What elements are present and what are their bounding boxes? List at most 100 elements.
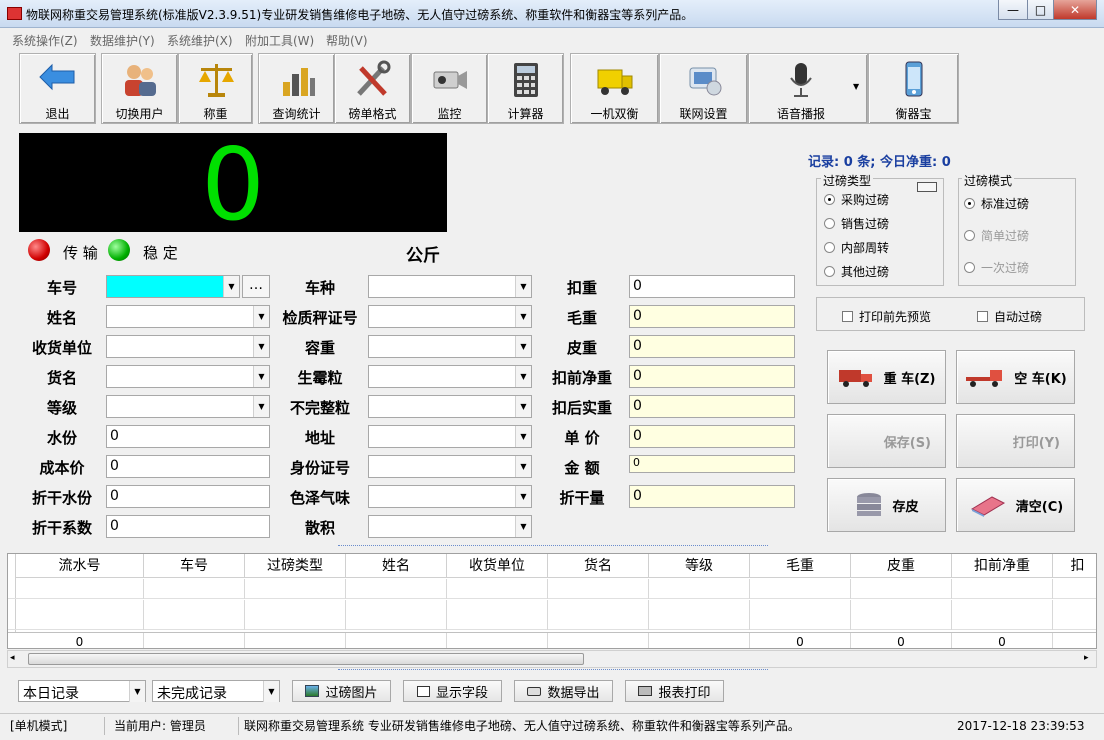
auto-checkbox[interactable]: 自动过磅: [977, 308, 1042, 325]
period-select[interactable]: 本日记录 ▼: [18, 680, 146, 702]
query-stats-button[interactable]: 查询统计: [258, 53, 335, 124]
value-right-7[interactable]: 0: [629, 485, 795, 508]
close-button[interactable]: ✕: [1053, 0, 1097, 20]
ticket-format-button[interactable]: 磅单格式: [334, 53, 411, 124]
clear-button[interactable]: 清空(C): [956, 478, 1075, 532]
combo-mid-8[interactable]: ▼: [368, 515, 532, 538]
grid-header-6[interactable]: 等级: [649, 554, 750, 578]
radio-other[interactable]: 其他过磅: [824, 263, 889, 280]
plate-combo[interactable]: ▼: [106, 275, 240, 298]
weight-value: 0: [201, 126, 265, 243]
menu-bar: 系统操作(Z) 数据维护(Y) 系统维护(X) 附加工具(W) 帮助(V): [0, 29, 1104, 49]
weigh-button[interactable]: 称重: [178, 53, 253, 124]
grid-header-8[interactable]: 皮重: [851, 554, 952, 578]
value-right-1[interactable]: 0: [629, 305, 795, 328]
table-row[interactable]: [8, 600, 1096, 630]
label-mid-1: 检质秤证号: [282, 309, 358, 327]
store-tare-button[interactable]: 存皮: [827, 478, 946, 532]
text-left-5[interactable]: 0: [106, 425, 270, 448]
text-left-7[interactable]: 0: [106, 485, 270, 508]
combo-left-1[interactable]: ▼: [106, 305, 270, 328]
weigh-image-button[interactable]: 过磅图片: [292, 680, 391, 702]
exit-button[interactable]: 退出: [19, 53, 96, 124]
grid-header-4[interactable]: 收货单位: [447, 554, 548, 578]
calculator-button[interactable]: 计算器: [487, 53, 564, 124]
print-button[interactable]: 打印(Y): [956, 414, 1075, 468]
monitor-button[interactable]: 监控: [411, 53, 488, 124]
dual-scale-button[interactable]: 一机双衡: [570, 53, 659, 124]
combo-mid-1[interactable]: ▼: [368, 305, 532, 328]
combo-mid-4[interactable]: ▼: [368, 395, 532, 418]
dropdown-arrow-icon[interactable]: ▼: [853, 82, 859, 91]
scroll-left-icon[interactable]: ◂: [10, 653, 15, 663]
weight-display: 0: [19, 126, 447, 243]
value-right-6[interactable]: 0: [629, 455, 795, 473]
radio-standard[interactable]: 标准过磅: [964, 195, 1029, 212]
value-right-5[interactable]: 0: [629, 425, 795, 448]
splitter-top[interactable]: [338, 545, 768, 550]
grid-header-2[interactable]: 过磅类型: [245, 554, 346, 578]
text-left-8[interactable]: 0: [106, 515, 270, 538]
grid-header-9[interactable]: 扣前净重: [952, 554, 1053, 578]
grid-header-5[interactable]: 货名: [548, 554, 649, 578]
combo-mid-7[interactable]: ▼: [368, 485, 532, 508]
calculator-icon: [506, 60, 546, 100]
combo-mid-2[interactable]: ▼: [368, 335, 532, 358]
radio-internal[interactable]: 内部周转: [824, 239, 889, 256]
combo-left-3[interactable]: ▼: [106, 365, 270, 388]
combo-left-4[interactable]: ▼: [106, 395, 270, 418]
heavy-truck-button[interactable]: 重 车(Z): [827, 350, 946, 404]
label-left-8: 折干系数: [31, 519, 92, 537]
grid-header-3[interactable]: 姓名: [346, 554, 447, 578]
scroll-right-icon[interactable]: ▸: [1084, 653, 1089, 663]
combo-mid-3[interactable]: ▼: [368, 365, 532, 388]
switch-user-button[interactable]: 切换用户: [101, 53, 178, 124]
show-fields-button[interactable]: 显示字段: [403, 680, 502, 702]
combo-mid-6[interactable]: ▼: [368, 455, 532, 478]
radio-sales[interactable]: 销售过磅: [824, 215, 889, 232]
preview-checkbox[interactable]: 打印前先预览: [842, 308, 931, 325]
menu-extra-tools[interactable]: 附加工具(W): [245, 32, 314, 49]
menu-system-maintenance[interactable]: 系统维护(X): [167, 32, 233, 49]
unit-label: 公斤: [406, 246, 440, 266]
radio-once[interactable]: 一次过磅: [964, 259, 1029, 276]
grid-header-0[interactable]: 流水号: [16, 554, 144, 578]
combo-mid-0[interactable]: ▼: [368, 275, 532, 298]
maximize-button[interactable]: □: [1027, 0, 1054, 20]
records-grid[interactable]: 流水号 车号 过磅类型 姓名 收货单位 货名 等级 毛重 皮重 扣前净重扣 0 0 0 0: [7, 553, 1097, 649]
label-mid-7: 色泽气味: [289, 489, 350, 507]
scroll-thumb[interactable]: [28, 653, 584, 665]
status-select[interactable]: 未完成记录 ▼: [152, 680, 280, 702]
save-button[interactable]: 保存(S): [827, 414, 946, 468]
label-left-2: 收货单位: [31, 339, 92, 357]
menu-help[interactable]: 帮助(V): [326, 32, 368, 49]
export-button[interactable]: 数据导出: [514, 680, 613, 702]
radio-simple[interactable]: 简单过磅: [964, 227, 1029, 244]
total-cell-2: [245, 633, 346, 648]
value-right-0[interactable]: 0: [629, 275, 795, 298]
horizontal-scrollbar[interactable]: ◂ ▸: [7, 650, 1097, 668]
grid-header-1[interactable]: 车号: [144, 554, 245, 578]
scale-treasure-button[interactable]: 衡器宝: [868, 53, 959, 124]
voice-broadcast-button[interactable]: 语音播报 ▼: [748, 53, 868, 124]
menu-data-maintenance[interactable]: 数据维护(Y): [90, 32, 155, 49]
report-print-button[interactable]: 报表打印: [625, 680, 724, 702]
combo-mid-5[interactable]: ▼: [368, 425, 532, 448]
value-right-3[interactable]: 0: [629, 365, 795, 388]
table-row[interactable]: [8, 579, 1096, 599]
minimize-button[interactable]: —: [998, 0, 1028, 20]
text-left-6[interactable]: 0: [106, 455, 270, 478]
users-icon: [120, 60, 160, 100]
browse-plate-button[interactable]: …: [242, 275, 270, 298]
empty-truck-button[interactable]: 空 车(K): [956, 350, 1075, 404]
menu-system-ops[interactable]: 系统操作(Z): [12, 32, 78, 49]
splitter-bottom[interactable]: [338, 669, 768, 674]
grid-header-7[interactable]: 毛重: [750, 554, 851, 578]
value-right-4[interactable]: 0: [629, 395, 795, 418]
radio-purchase[interactable]: 采购过磅: [824, 191, 889, 208]
grid-header-10[interactable]: 扣: [1053, 554, 1096, 578]
network-settings-button[interactable]: 联网设置: [659, 53, 748, 124]
scale-icon: [196, 60, 236, 100]
combo-left-2[interactable]: ▼: [106, 335, 270, 358]
value-right-2[interactable]: 0: [629, 335, 795, 358]
